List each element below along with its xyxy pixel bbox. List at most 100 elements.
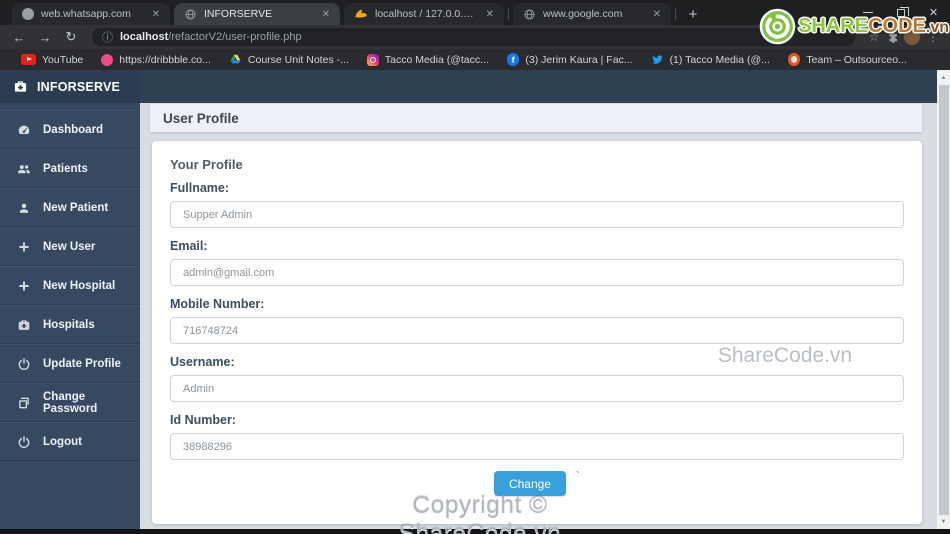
site-info-icon[interactable]: ⓘ — [102, 29, 113, 45]
form-group-username: Username: — [170, 355, 904, 402]
mobile-number-label: Mobile Number: — [170, 297, 265, 311]
url-path: /refactorV2/user-profile.php — [168, 31, 302, 43]
sidebar-item-new-user[interactable]: New User — [0, 227, 140, 266]
bottom-edge-strip — [0, 529, 950, 534]
sidebar-item-update-profile[interactable]: Update Profile — [0, 344, 140, 383]
bookmark-youtube[interactable]: YouTube — [12, 54, 92, 66]
sidebar-item-hospitals[interactable]: Hospitals — [0, 305, 140, 344]
scroll-down-icon[interactable]: ▼ — [937, 515, 950, 528]
form-group-mobile: Mobile Number: — [170, 297, 904, 344]
globe-favicon — [523, 8, 536, 21]
bookmark-outsource[interactable]: Team – Outsourceo... — [779, 53, 916, 66]
new-tab-button[interactable]: + — [680, 3, 706, 25]
brand[interactable]: INFORSERVE — [0, 70, 140, 103]
instagram-icon — [366, 53, 379, 66]
browser-tabstrip: web.whatsapp.com ✕ INFORSERVE ✕ localhos… — [0, 0, 950, 25]
bookmark-label: YouTube — [42, 53, 84, 66]
tab-title: web.whatsapp.com — [41, 8, 131, 20]
browser-menu-icon[interactable]: ⋮ — [924, 30, 942, 44]
extensions-puzzle-icon[interactable] — [887, 31, 900, 44]
sidebar-item-label: Patients — [43, 162, 88, 175]
google-drive-icon — [229, 53, 242, 66]
whatsapp-favicon — [22, 8, 34, 20]
tachometer-icon — [17, 123, 31, 137]
sidebar-item-new-hospital[interactable]: New Hospital — [0, 266, 140, 305]
plus-icon — [17, 240, 31, 254]
scrollbar-thumb[interactable] — [938, 85, 949, 515]
tab-whatsapp[interactable]: web.whatsapp.com ✕ — [12, 3, 170, 25]
bookmark-label: (1) Tacco Media (@... — [669, 53, 770, 66]
sidebar-item-dashboard[interactable]: Dashboard — [0, 110, 140, 149]
tab-inforserve-active[interactable]: INFORSERVE ✕ — [174, 3, 340, 25]
tab-google[interactable]: www.google.com ✕ — [513, 3, 671, 25]
tab-close-icon[interactable]: ✕ — [320, 9, 332, 20]
outsource-icon — [787, 53, 801, 66]
address-bar[interactable]: ⓘ localhost/refactorV2/user-profile.php — [92, 28, 855, 46]
back-icon[interactable]: ← — [8, 30, 30, 45]
window-controls: ✕ — [851, 0, 950, 25]
bookmark-instagram[interactable]: Tacco Media (@tacc... — [358, 53, 498, 66]
globe-favicon — [184, 8, 197, 21]
restore-button[interactable] — [884, 0, 917, 25]
change-button[interactable]: Change — [493, 471, 567, 496]
fullname-field[interactable] — [170, 201, 904, 228]
tab-close-icon[interactable]: ✕ — [651, 9, 663, 20]
sidebar-item-label: Hospitals — [43, 318, 95, 331]
scroll-up-icon[interactable]: ▲ — [937, 71, 950, 84]
sidebar-item-change-password[interactable]: Change Password — [0, 383, 140, 422]
id-number-field[interactable] — [170, 433, 904, 460]
tab-separator — [508, 8, 509, 20]
sidebar-item-label: Change Password — [43, 390, 98, 415]
sidebar-nav: Dashboard Patients New Patient New User … — [0, 110, 140, 461]
tab-phpmyadmin[interactable]: localhost / 127.0.0.1 / hospicare / ✕ — [344, 3, 504, 25]
bookmark-twitter[interactable]: (1) Tacco Media (@... — [642, 53, 779, 66]
screen: web.whatsapp.com ✕ INFORSERVE ✕ localhos… — [0, 0, 950, 534]
clone-icon — [17, 396, 31, 410]
stray-backtick: ` — [576, 468, 581, 483]
minimize-button[interactable] — [851, 0, 884, 25]
minimize-icon — [862, 12, 873, 13]
sidebar-item-label: Logout — [43, 435, 82, 448]
twitter-icon — [651, 53, 664, 66]
bookmark-drive[interactable]: Course Unit Notes -... — [220, 53, 358, 66]
youtube-icon — [21, 54, 36, 65]
tab-close-icon[interactable]: ✕ — [150, 9, 162, 20]
bookmark-dribbble[interactable]: https://dribbble.co... — [92, 53, 220, 66]
username-field[interactable] — [170, 375, 904, 402]
email-label: Email: — [170, 239, 208, 253]
brand-label: INFORSERVE — [37, 79, 121, 94]
sidebar-item-label: Dashboard — [43, 123, 104, 136]
email-field[interactable] — [170, 259, 904, 286]
reload-icon[interactable]: ↻ — [60, 29, 82, 45]
sidebar-item-label: New User — [43, 240, 96, 253]
sidebar-item-new-patient[interactable]: New Patient — [0, 188, 140, 227]
forward-icon[interactable]: → — [34, 30, 56, 45]
sidebar-item-patients[interactable]: Patients — [0, 149, 140, 188]
bookmark-facebook[interactable]: f (3) Jerim Kaura | Fac... — [498, 53, 642, 66]
page-scrollbar[interactable]: ▲ ▼ — [937, 70, 950, 529]
bookmark-label: (3) Jerim Kaura | Fac... — [525, 53, 633, 66]
inforserve-app: INFORSERVE Dashboard Patients New Patien… — [0, 70, 950, 529]
tab-close-icon[interactable]: ✕ — [484, 9, 496, 20]
username-label: Username: — [170, 355, 235, 369]
sidebar-item-logout[interactable]: Logout — [0, 422, 140, 461]
browser-toolbar: ← → ↻ ⓘ localhost/refactorV2/user-profil… — [0, 25, 950, 49]
medkit-icon — [17, 318, 31, 332]
bookmark-label: Tacco Media (@tacc... — [384, 53, 489, 66]
bookmark-star-icon[interactable]: ☆ — [865, 30, 883, 44]
form-group-email: Email: — [170, 239, 904, 286]
dribbble-icon — [101, 53, 114, 66]
profile-avatar[interactable] — [904, 29, 920, 45]
fullname-label: Fullname: — [170, 181, 230, 195]
tab-title: localhost / 127.0.0.1 / hospicare / — [375, 8, 477, 20]
users-icon — [17, 162, 31, 176]
mobile-number-field[interactable] — [170, 317, 904, 344]
tab-title: www.google.com — [543, 8, 623, 20]
id-number-label: Id Number: — [170, 413, 236, 427]
bookmarks-bar: YouTube https://dribbble.co... Course Un… — [0, 49, 950, 70]
sidebar-item-label: Update Profile — [43, 357, 121, 370]
hospital-medkit-icon — [13, 79, 28, 94]
form-group-id-number: Id Number: — [170, 413, 904, 460]
tab-separator — [675, 8, 676, 20]
close-window-button[interactable]: ✕ — [917, 0, 950, 25]
